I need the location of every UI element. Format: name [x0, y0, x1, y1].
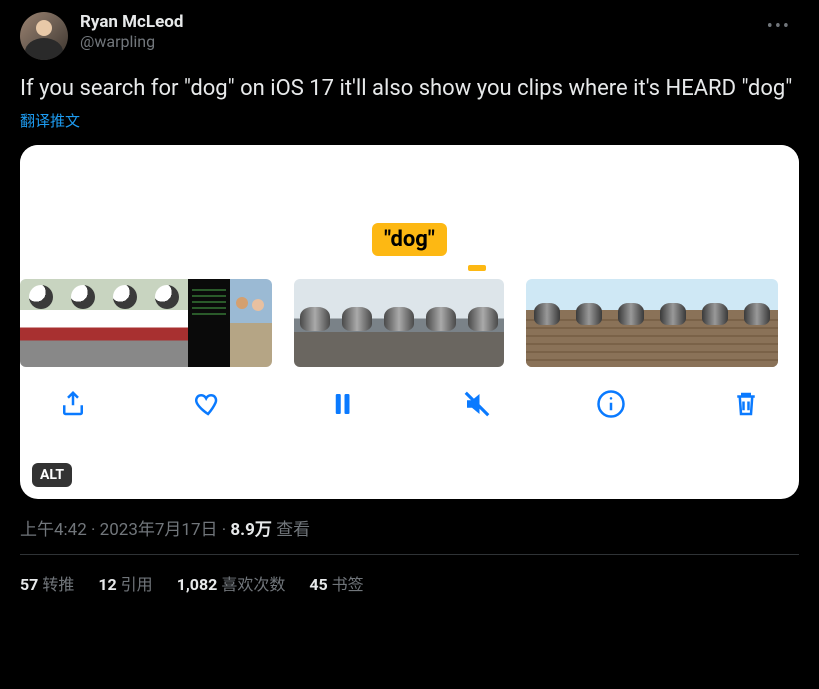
- clip-frame: [336, 279, 378, 367]
- heart-icon[interactable]: [191, 387, 225, 421]
- alt-badge[interactable]: ALT: [32, 463, 72, 487]
- handle: @warpling: [80, 32, 747, 51]
- clip-frame: [610, 279, 652, 367]
- clip-frame: [568, 279, 610, 367]
- clip-frame: [420, 279, 462, 367]
- mute-icon[interactable]: [460, 387, 494, 421]
- search-tag: "dog": [372, 223, 447, 256]
- meta-time[interactable]: 上午4:42: [20, 520, 87, 540]
- clip-group-1[interactable]: [20, 279, 272, 367]
- views-label: 查看: [276, 520, 310, 540]
- clip-group-3[interactable]: [526, 279, 778, 367]
- stat-quotes[interactable]: 12 引用: [98, 571, 152, 595]
- more-icon[interactable]: •••: [759, 12, 799, 41]
- clip-group-2[interactable]: [294, 279, 504, 367]
- video-timeline[interactable]: [20, 245, 799, 369]
- clip-frame: [20, 279, 62, 367]
- clip-frame: [188, 279, 230, 367]
- translate-link[interactable]: 翻译推文: [20, 110, 799, 131]
- media-card[interactable]: "dog": [20, 145, 799, 499]
- stat-retweets[interactable]: 57 转推: [20, 571, 74, 595]
- clip-frame: [526, 279, 568, 367]
- meta-date[interactable]: 2023年7月17日: [100, 520, 218, 540]
- tweet-stats: 57 转推 12 引用 1,082 喜欢次数 45 书签: [20, 555, 799, 611]
- display-name: Ryan McLeod: [80, 12, 747, 32]
- clip-frame: [146, 279, 188, 367]
- share-icon[interactable]: [56, 387, 90, 421]
- stat-likes[interactable]: 1,082 喜欢次数: [177, 571, 286, 595]
- tweet-header: Ryan McLeod @warpling •••: [20, 12, 799, 60]
- tweet-text: If you search for "dog" on iOS 17 it'll …: [20, 74, 799, 104]
- pause-icon[interactable]: [325, 387, 359, 421]
- clip-frame: [230, 279, 272, 367]
- avatar[interactable]: [20, 12, 68, 60]
- tweet-meta: 上午4:42 · 2023年7月17日 · 8.9万 查看: [20, 499, 799, 555]
- clip-frame: [652, 279, 694, 367]
- clip-frame: [62, 279, 104, 367]
- info-icon[interactable]: [594, 387, 628, 421]
- views-count: 8.9万: [230, 520, 271, 540]
- trash-icon[interactable]: [729, 387, 763, 421]
- clip-frame: [294, 279, 336, 367]
- stat-bookmarks[interactable]: 45 书签: [309, 571, 363, 595]
- clip-frame: [736, 279, 778, 367]
- clip-frame: [694, 279, 736, 367]
- timeline-marker: [468, 265, 486, 271]
- clip-frame: [104, 279, 146, 367]
- clip-frame: [462, 279, 504, 367]
- media-toolbar: [20, 369, 799, 421]
- clip-frame: [378, 279, 420, 367]
- tweet-container: Ryan McLeod @warpling ••• If you search …: [0, 0, 819, 611]
- author-names[interactable]: Ryan McLeod @warpling: [80, 12, 747, 51]
